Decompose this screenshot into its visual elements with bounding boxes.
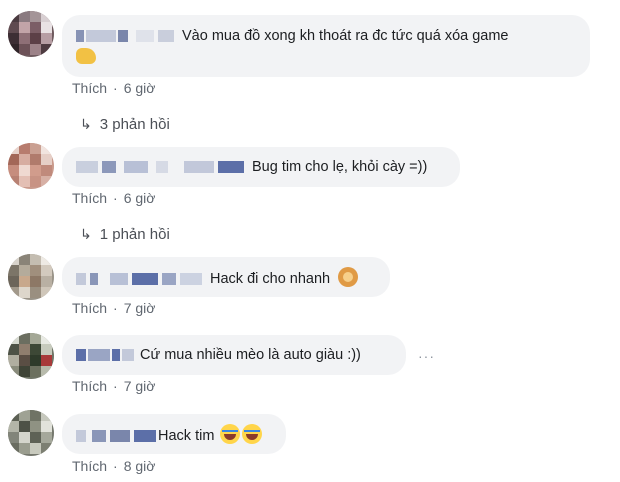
more-options-icon[interactable]: ··· — [418, 348, 435, 364]
comment-text: Hack đi cho nhanh — [210, 271, 331, 287]
fist-bump-emoji-icon — [76, 48, 96, 64]
comment-actions: Thích · 6 giờ — [72, 190, 155, 206]
blurred-author-name[interactable] — [76, 161, 246, 174]
like-link[interactable]: Thích — [72, 458, 107, 474]
separator-dot: · — [113, 190, 118, 206]
comment-actions: Thích · 6 giờ — [72, 80, 155, 96]
like-link[interactable]: Thích — [72, 190, 107, 206]
blurred-author-name[interactable] — [76, 349, 134, 362]
comment-actions: Thích · 8 giờ — [72, 458, 155, 474]
comment-text: Bug tim cho lẹ, khỏi cày =)) — [252, 159, 428, 175]
separator-dot: · — [113, 458, 118, 474]
comment-bubble: Hack tim — [62, 414, 286, 454]
replies-count: 1 phản hồi — [99, 226, 170, 243]
separator-dot: · — [113, 300, 118, 316]
separator-dot: · — [113, 80, 118, 96]
reply-arrow-icon: ↳ — [80, 226, 92, 242]
comment-bubble: Cứ mua nhiều mèo là auto giàu :)) — [62, 335, 406, 375]
person-tipping-hand-emoji-icon — [338, 267, 359, 287]
like-link[interactable]: Thích — [72, 80, 107, 96]
view-replies-link[interactable]: ↳ 1 phản hồi — [80, 226, 170, 243]
comment-time[interactable]: 7 giờ — [124, 300, 156, 316]
avatar[interactable] — [8, 333, 54, 379]
blurred-author-name[interactable] — [76, 273, 204, 286]
comment-time[interactable]: 6 giờ — [124, 190, 156, 206]
view-replies-link[interactable]: ↳ 3 phản hồi — [80, 116, 170, 133]
comment-time[interactable]: 6 giờ — [124, 80, 156, 96]
avatar[interactable] — [8, 410, 54, 456]
avatar[interactable] — [8, 143, 54, 189]
comment-text: Hack tim — [158, 428, 215, 444]
tears-of-joy-emoji-icon — [220, 424, 241, 444]
blurred-author-name[interactable] — [76, 30, 176, 43]
blurred-author-name[interactable] — [76, 430, 156, 443]
comment-time[interactable]: 7 giờ — [124, 378, 156, 394]
avatar[interactable] — [8, 254, 54, 300]
comment-bubble: Vào mua đồ xong kh thoát ra đc tức quá x… — [62, 15, 590, 77]
replies-count: 3 phản hồi — [99, 116, 170, 133]
comment-actions: Thích · 7 giờ — [72, 378, 155, 394]
separator-dot: · — [113, 378, 118, 394]
avatar[interactable] — [8, 11, 54, 57]
comment-text: Cứ mua nhiều mèo là auto giàu :)) — [140, 347, 361, 363]
comment-bubble: Bug tim cho lẹ, khỏi cày =)) — [62, 147, 460, 187]
comment-time[interactable]: 8 giờ — [124, 458, 156, 474]
like-link[interactable]: Thích — [72, 300, 107, 316]
comment-bubble: Hack đi cho nhanh — [62, 257, 390, 297]
comment-text: Vào mua đồ xong kh thoát ra đc tức quá x… — [182, 28, 509, 44]
comment-actions: Thích · 7 giờ — [72, 300, 155, 316]
tears-of-joy-emoji-icon — [242, 424, 263, 444]
reply-arrow-icon: ↳ — [80, 116, 92, 132]
like-link[interactable]: Thích — [72, 378, 107, 394]
